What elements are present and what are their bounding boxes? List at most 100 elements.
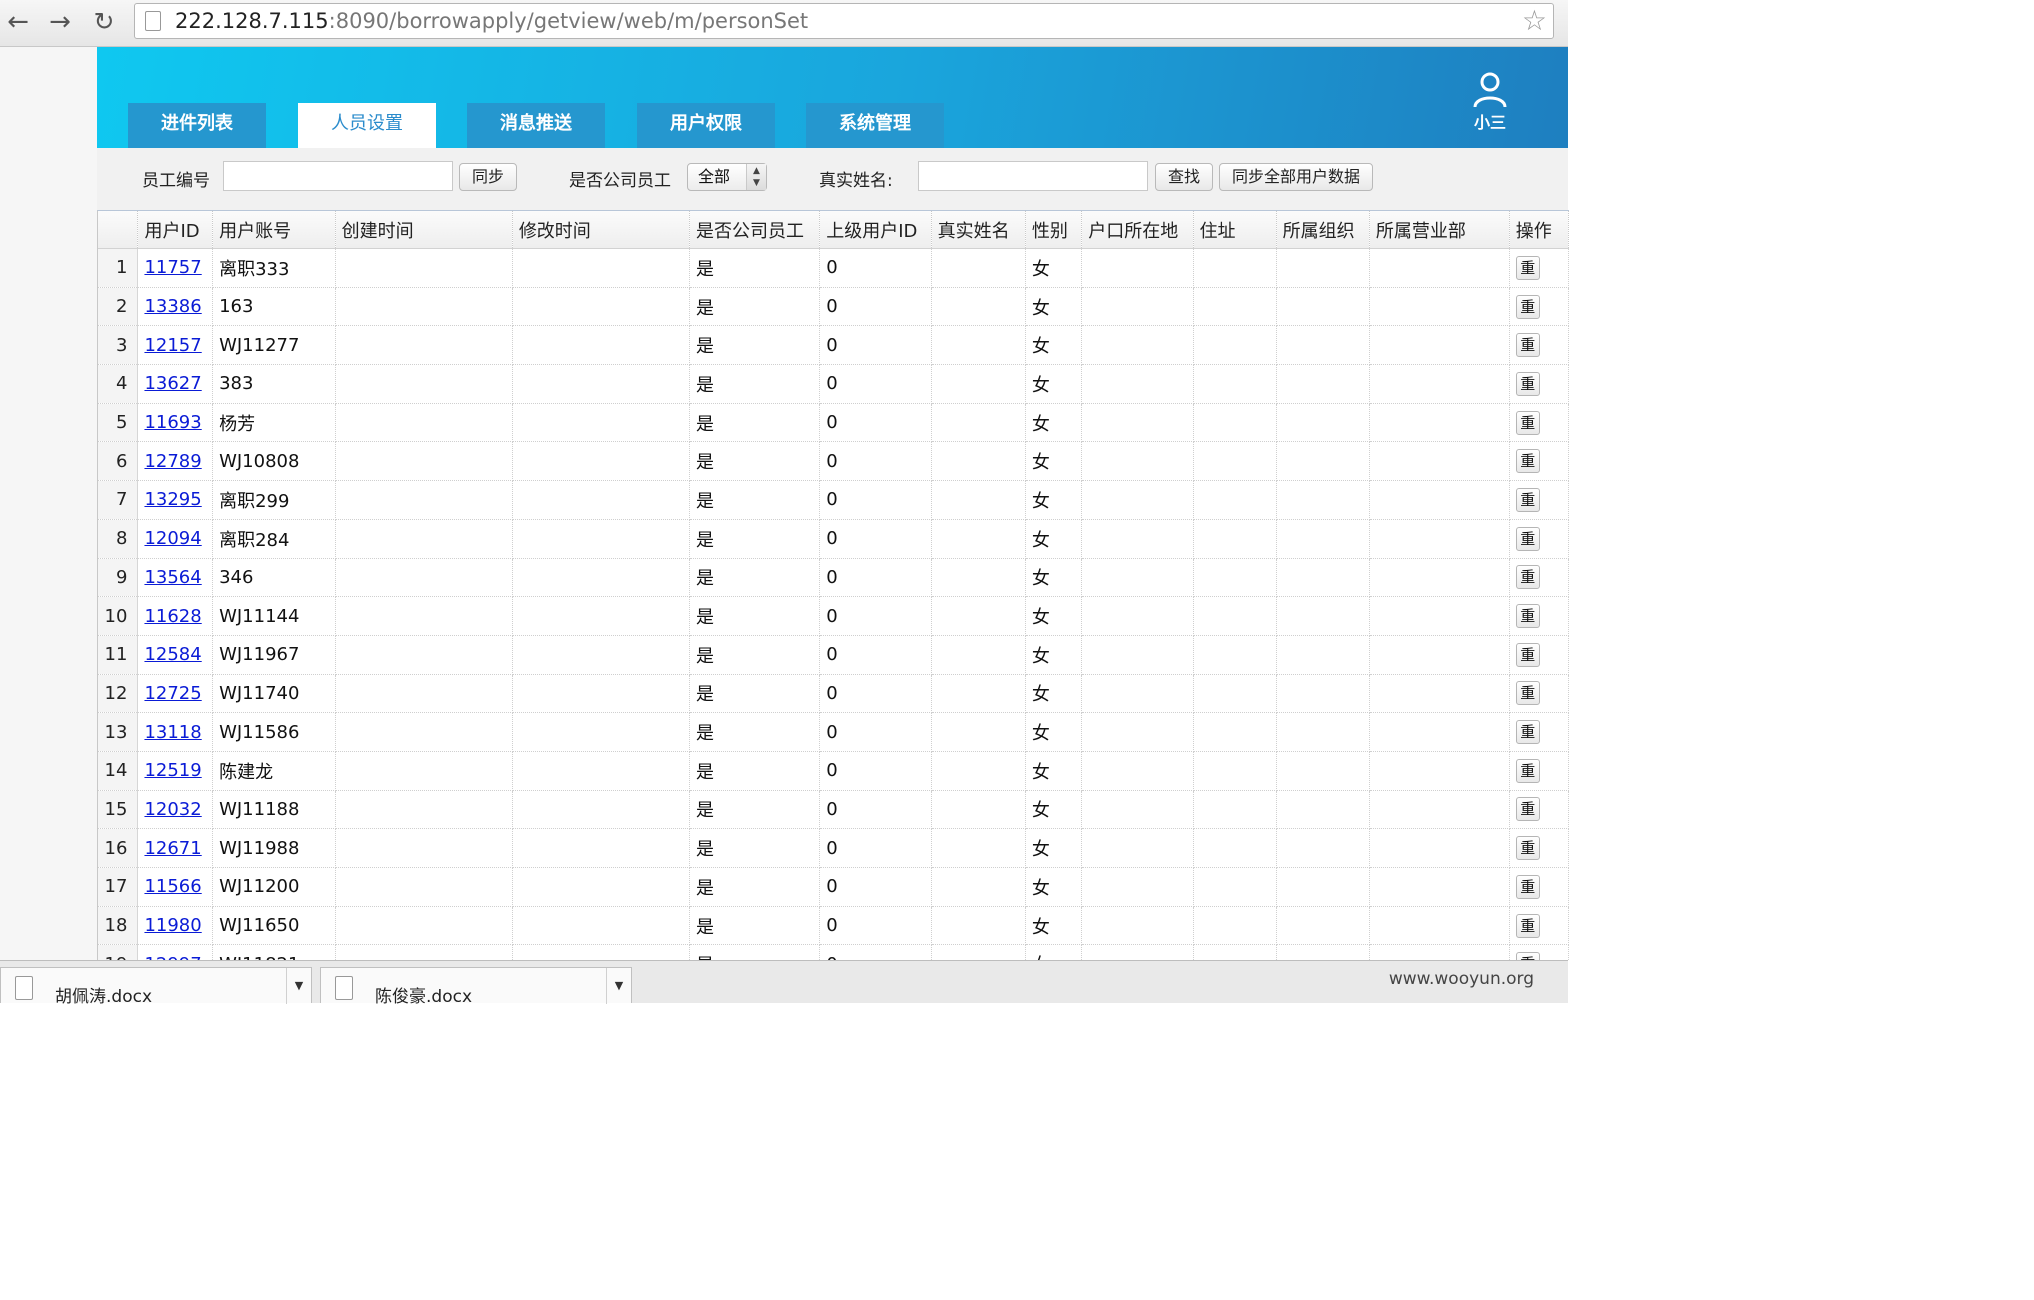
- user-id-link[interactable]: 13564: [144, 567, 201, 588]
- header-hukou[interactable]: 户口所在地: [1081, 211, 1194, 249]
- header-created[interactable]: 创建时间: [335, 211, 513, 249]
- header-modified[interactable]: 修改时间: [512, 211, 691, 249]
- user-id-link[interactable]: 13386: [144, 296, 201, 317]
- user-id-link[interactable]: 11980: [144, 915, 201, 936]
- user-id-link[interactable]: 12094: [144, 528, 201, 549]
- table-row[interactable]: 7 13295 离职299 是 0 女 重: [98, 480, 1569, 520]
- reset-button[interactable]: 重: [1515, 681, 1540, 706]
- table-row[interactable]: 2 13386 163 是 0 女 重: [98, 287, 1569, 327]
- is-employee-select[interactable]: 全部 ▲ ▼: [687, 163, 767, 191]
- is-employee-cell: 是: [689, 558, 821, 598]
- header-account[interactable]: 用户账号: [212, 211, 336, 249]
- url-text[interactable]: 222.128.7.115:8090/borrowapply/getview/w…: [175, 9, 808, 33]
- address-bar[interactable]: 222.128.7.115:8090/borrowapply/getview/w…: [134, 3, 1554, 39]
- user-id-link[interactable]: 12032: [144, 799, 201, 820]
- user-id-link[interactable]: 13118: [144, 722, 201, 743]
- reset-button[interactable]: 重: [1515, 642, 1540, 667]
- reset-button[interactable]: 重: [1515, 255, 1540, 280]
- user-id-link[interactable]: 12519: [144, 760, 201, 781]
- reset-button[interactable]: 重: [1515, 449, 1540, 474]
- user-id-link[interactable]: 12157: [144, 335, 201, 356]
- created-cell: [335, 325, 513, 366]
- reset-button[interactable]: 重: [1515, 836, 1540, 861]
- tab-message-push[interactable]: 消息推送: [467, 103, 605, 148]
- operation-cell: 重: [1509, 403, 1569, 443]
- table-row[interactable]: 6 12789 WJ10808 是 0 女 重: [98, 441, 1569, 482]
- account-cell: 陈建龙: [212, 751, 336, 791]
- dropdown-caret-icon[interactable]: ▼: [606, 968, 631, 1004]
- user-id-link[interactable]: 12584: [144, 644, 201, 665]
- reset-button[interactable]: 重: [1515, 294, 1540, 319]
- header-organization[interactable]: 所属组织: [1276, 211, 1370, 249]
- user-id-link[interactable]: 11693: [144, 412, 201, 433]
- reset-button[interactable]: 重: [1515, 874, 1540, 899]
- hukou-cell: [1081, 325, 1194, 366]
- reset-button[interactable]: 重: [1515, 913, 1540, 938]
- table-row[interactable]: 9 13564 346 是 0 女 重: [98, 558, 1569, 598]
- forward-icon[interactable]: →: [45, 7, 75, 37]
- reset-button[interactable]: 重: [1515, 526, 1540, 551]
- header-sex[interactable]: 性别: [1025, 211, 1083, 249]
- table-row[interactable]: 17 11566 WJ11200 是 0 女 重: [98, 867, 1569, 907]
- table-row[interactable]: 1 11757 离职333 是 0 女 重: [98, 248, 1569, 288]
- reset-button[interactable]: 重: [1515, 333, 1540, 358]
- download-item[interactable]: 陈俊豪.docx ▼: [320, 967, 632, 1007]
- header-parent-id[interactable]: 上级用户ID: [819, 211, 932, 249]
- user-id-link[interactable]: 12789: [144, 451, 201, 472]
- header-operation[interactable]: 操作: [1509, 211, 1569, 249]
- bookmark-star-icon[interactable]: ☆: [1522, 6, 1547, 36]
- table-row[interactable]: 11 12584 WJ11967 是 0 女 重: [98, 635, 1569, 675]
- user-id-link[interactable]: 13627: [144, 373, 201, 394]
- table-row[interactable]: 1912997WJ11821 是0 女 重: [98, 944, 1569, 961]
- organization-cell: [1276, 635, 1370, 675]
- table-row[interactable]: 10 11628 WJ11144 是 0 女 重: [98, 596, 1569, 636]
- user-id-link[interactable]: 11628: [144, 606, 201, 627]
- table-row[interactable]: 16 12671 WJ11988 是 0 女 重: [98, 828, 1569, 868]
- header-is-employee[interactable]: 是否公司员工: [689, 211, 821, 249]
- header-branch[interactable]: 所属营业部: [1369, 211, 1510, 249]
- tab-person-settings[interactable]: 人员设置: [298, 103, 436, 148]
- table-row[interactable]: 13 13118 WJ11586 是 0 女 重: [98, 712, 1569, 752]
- account-cell: WJ11586: [212, 712, 336, 752]
- download-item[interactable]: 胡佩涛.docx ▼: [0, 967, 312, 1007]
- reset-button[interactable]: 重: [1515, 797, 1540, 822]
- reset-button[interactable]: 重: [1515, 604, 1540, 629]
- header-real-name[interactable]: 真实姓名: [931, 211, 1026, 249]
- reset-button[interactable]: 重: [1515, 487, 1540, 512]
- tab-loan-list[interactable]: 进件列表: [128, 103, 266, 148]
- tab-system-management[interactable]: 系统管理: [806, 103, 944, 148]
- table-row[interactable]: 12 12725 WJ11740 是 0 女 重: [98, 674, 1569, 714]
- reset-button[interactable]: 重: [1515, 565, 1540, 590]
- table-row[interactable]: 15 12032 WJ11188 是 0 女 重: [98, 790, 1569, 830]
- reset-button[interactable]: 重: [1515, 410, 1540, 435]
- user-id-link[interactable]: 13295: [144, 489, 201, 510]
- user-menu[interactable]: 小三: [1468, 69, 1512, 133]
- reload-icon[interactable]: ↻: [89, 7, 119, 37]
- table-row[interactable]: 4 13627 383 是 0 女 重: [98, 364, 1569, 404]
- back-icon[interactable]: ←: [3, 7, 33, 37]
- dropdown-caret-icon[interactable]: ▼: [286, 968, 311, 1004]
- table-row[interactable]: 3 12157 WJ11277 是 0 女 重: [98, 325, 1569, 366]
- parent-id-cell: 0: [819, 519, 932, 559]
- reset-button[interactable]: 重: [1515, 371, 1540, 396]
- tab-user-permissions[interactable]: 用户权限: [637, 103, 775, 148]
- search-button[interactable]: 查找: [1155, 163, 1214, 191]
- table-row[interactable]: 14 12519 陈建龙 是 0 女 重: [98, 751, 1569, 791]
- table-row[interactable]: 8 12094 离职284 是 0 女 重: [98, 519, 1569, 559]
- header-user-id[interactable]: 用户ID: [137, 211, 214, 249]
- user-id-link[interactable]: 11757: [144, 257, 201, 278]
- sync-button[interactable]: 同步: [459, 163, 518, 191]
- header-address[interactable]: 住址: [1193, 211, 1277, 249]
- table-row[interactable]: 18 11980 WJ11650 是 0 女 重: [98, 906, 1569, 946]
- reset-button[interactable]: 重: [1515, 720, 1540, 745]
- reset-button[interactable]: 重: [1515, 758, 1540, 783]
- employee-no-input[interactable]: [223, 161, 453, 191]
- sync-all-button[interactable]: 同步全部用户数据: [1219, 163, 1374, 191]
- user-id-link[interactable]: 12671: [144, 838, 201, 859]
- user-id-link[interactable]: 12725: [144, 683, 201, 704]
- real-name-input[interactable]: [918, 161, 1148, 191]
- user-id-link[interactable]: 11566: [144, 876, 201, 897]
- sex-cell: 女: [1025, 867, 1083, 907]
- organization-cell: [1276, 558, 1370, 598]
- table-row[interactable]: 5 11693 杨芳 是 0 女 重: [98, 403, 1569, 443]
